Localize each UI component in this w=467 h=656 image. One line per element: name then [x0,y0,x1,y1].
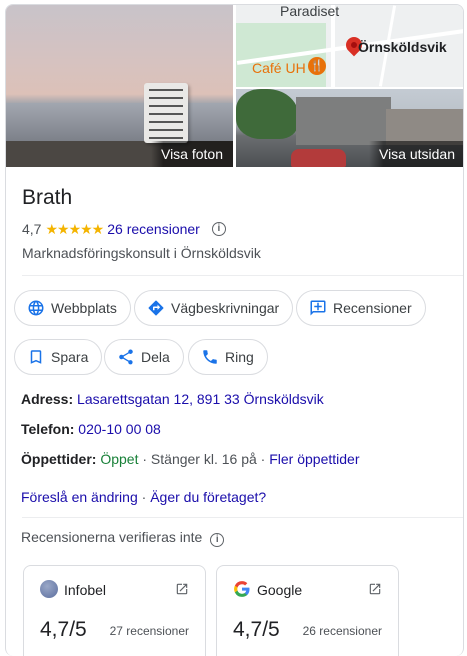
info-icon[interactable]: i [211,222,226,236]
review-source-count: 27 recensioner [109,624,189,638]
suggest-edit-link[interactable]: Föreslå en ändring [21,489,138,505]
business-name: Brath [22,186,73,209]
call-button-label: Ring [225,349,254,365]
verify-note-row: Recensionerna verifieras inte i [21,529,225,547]
map-thumbnail[interactable]: Paradiset Örnsköldsvik Café UH 🍴 [236,5,463,87]
knowledge-panel: Visa foton Paradiset Örnsköldsvik Café U… [5,4,464,656]
rating-row: 4,7 ★★★★★ 26 recensioner i [22,219,226,239]
save-button[interactable]: Spara [14,339,103,375]
address-label: Adress: [21,391,74,407]
photo-sign-image [144,83,188,143]
review-source-count: 26 recensioner [302,624,382,638]
directions-button[interactable]: Vägbeskrivningar [134,290,294,326]
photo-building [386,109,463,145]
divider [22,517,463,518]
share-icon [119,349,133,365]
directions-icon [148,300,164,316]
rating-value: 4,7 [22,221,42,237]
review-source-score: 4,7/5 [233,618,280,641]
photo-car [291,149,346,167]
review-source-card[interactable]: Infobel 4,7/5 27 recensioner [23,565,206,656]
hours-closing: · Stänger kl. 16 på · [138,451,270,467]
hours-row: Öppettider: Öppet · Stänger kl. 16 på · … [21,451,360,467]
reviews-count-link[interactable]: 26 recensioner [107,221,200,237]
more-hours-link[interactable]: Fler öppettider [269,451,359,467]
website-button[interactable]: Webbplats [14,290,131,326]
review-source-name: Google [257,582,303,598]
business-category: Marknadsföringskonsult i Örnsköldsvik [22,245,261,261]
save-button-label: Spara [51,349,89,365]
review-source-score: 4,7/5 [40,618,87,641]
suggest-separator: · [137,489,151,505]
photo-sea [6,103,233,143]
street-view-photo[interactable]: Visa utsidan [236,89,463,167]
bookmark-icon [30,350,42,364]
photo-strip: Visa foton Paradiset Örnsköldsvik Café U… [6,5,463,169]
reviews-button[interactable]: Recensioner [296,290,426,326]
reviews-button-label: Recensioner [333,300,412,316]
google-logo-icon [234,581,250,597]
share-button[interactable]: Dela [104,339,184,375]
suggest-row: Föreslå en ändring · Äger du företaget? [21,489,266,505]
verify-note: Recensionerna verifieras inte [21,529,203,545]
external-link-icon [176,583,188,595]
phone-link[interactable]: 020-10 00 08 [78,421,161,437]
review-source-name: Infobel [64,582,107,598]
address-row: Adress: Lasarettsgatan 12, 891 33 Örnskö… [21,391,324,407]
map-label-paradiset: Paradiset [280,5,340,19]
phone-label: Telefon: [21,421,75,437]
own-business-link[interactable]: Äger du företaget? [150,489,266,505]
call-button[interactable]: Ring [188,339,268,375]
address-link[interactable]: Lasarettsgatan 12, 891 33 Örnsköldsvik [77,391,324,407]
star-rating-icon: ★★★★★ [45,220,104,237]
info-icon[interactable]: i [210,533,225,547]
main-photo[interactable]: Visa foton [6,5,233,167]
directions-button-label: Vägbeskrivningar [171,300,280,316]
website-button-label: Webbplats [51,300,117,316]
globe-icon [28,300,44,316]
hours-label: Öppettider: [21,451,97,467]
photo-building [296,97,391,145]
phone-row: Telefon: 020-10 00 08 [21,421,161,437]
share-button-label: Dela [141,349,170,365]
infobel-logo-icon [40,580,58,598]
map-label-cafe: Café UH [252,60,306,76]
divider [22,275,463,276]
phone-icon [203,350,217,364]
view-photos-label[interactable]: Visa foton [150,141,233,167]
add-review-icon [310,300,326,316]
review-source-card[interactable]: Google 4,7/5 26 recensioner [216,565,399,656]
external-link-icon [369,583,381,595]
hours-status: Öppet [100,451,139,467]
photo-tree [236,89,298,139]
view-outside-label[interactable]: Visa utsidan [368,141,463,167]
map-label-town: Örnsköldsvik [358,39,447,55]
cafe-icon: 🍴 [308,57,326,75]
